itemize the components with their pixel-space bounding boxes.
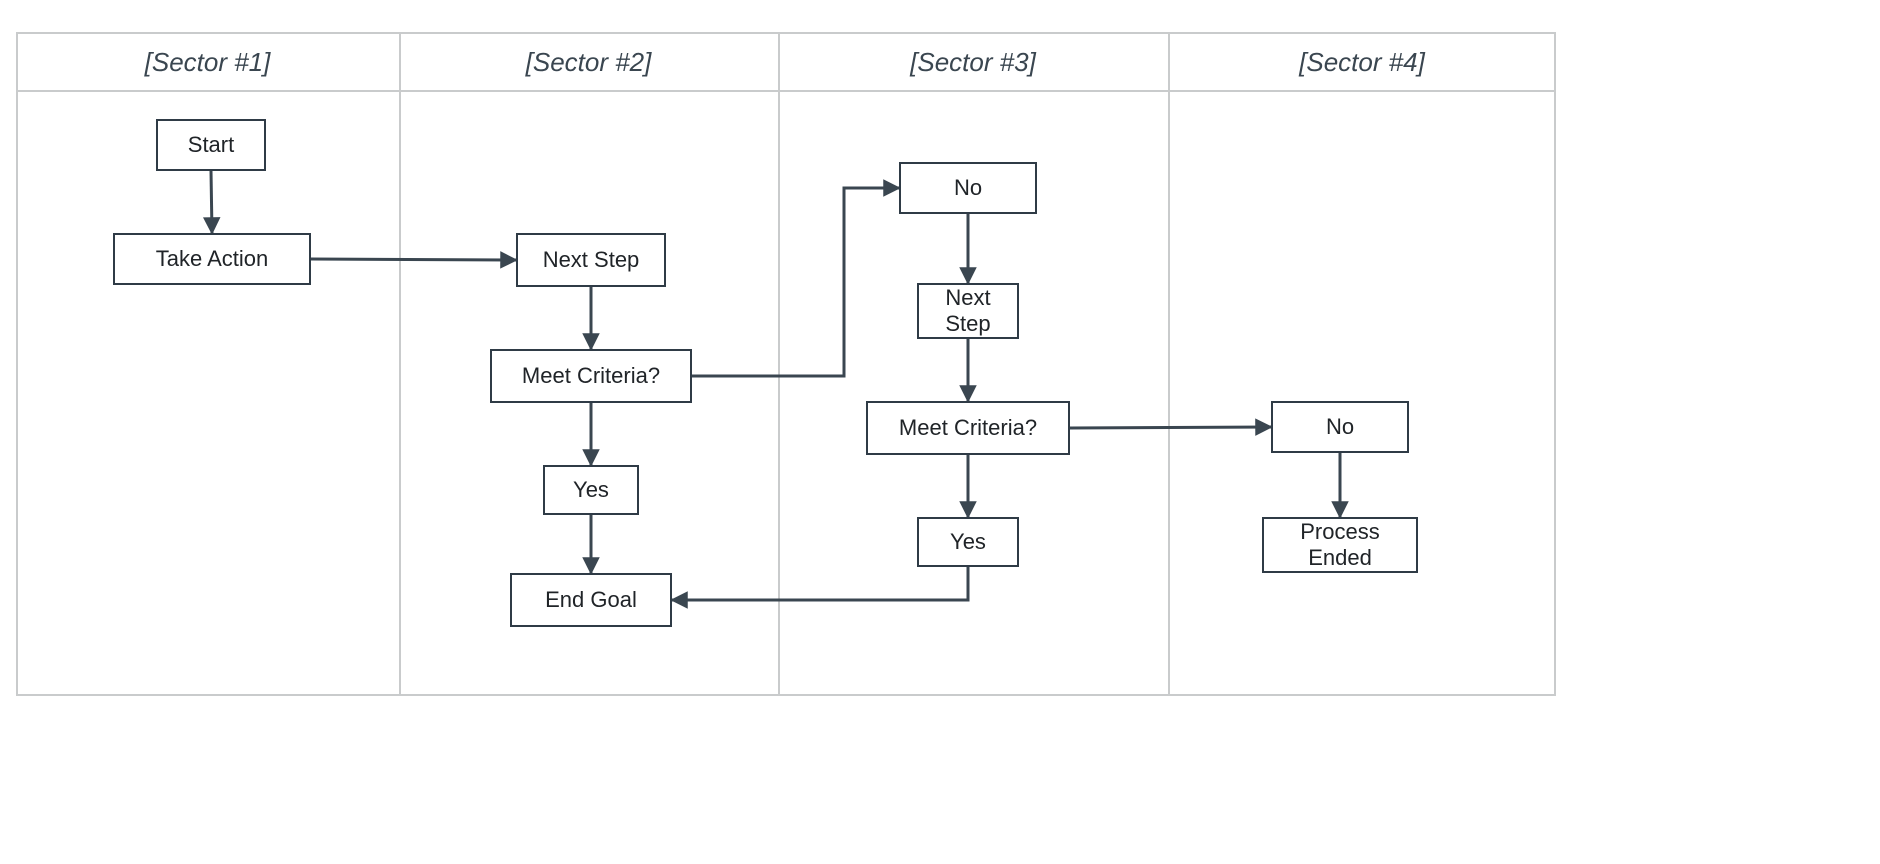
node-take-action: Take Action	[113, 233, 311, 285]
lane-header-1: [Sector #1]	[16, 34, 399, 90]
node-yes-1: Yes	[543, 465, 639, 515]
lane-col-sep-2	[778, 32, 780, 694]
lane-border-bottom	[16, 694, 1556, 696]
node-yes-2: Yes	[917, 517, 1019, 567]
node-next-step-2: Next Step	[917, 283, 1019, 339]
node-meet-criteria-1: Meet Criteria?	[490, 349, 692, 403]
flowchart-canvas: [Sector #1] [Sector #2] [Sector #3] [Sec…	[0, 0, 1880, 864]
node-no-2: No	[1271, 401, 1409, 453]
lane-header-4: [Sector #4]	[1168, 34, 1556, 90]
lane-col-sep-1	[399, 32, 401, 694]
node-meet-criteria-2: Meet Criteria?	[866, 401, 1070, 455]
node-process-ended: Process Ended	[1262, 517, 1418, 573]
lane-header-underline	[16, 90, 1556, 92]
lane-border-right	[1554, 32, 1556, 694]
node-no-1: No	[899, 162, 1037, 214]
lane-border-left	[16, 32, 18, 694]
lane-header-2: [Sector #2]	[399, 34, 778, 90]
node-next-step-1: Next Step	[516, 233, 666, 287]
lane-header-3: [Sector #3]	[778, 34, 1168, 90]
node-start: Start	[156, 119, 266, 171]
node-end-goal: End Goal	[510, 573, 672, 627]
lane-col-sep-3	[1168, 32, 1170, 694]
